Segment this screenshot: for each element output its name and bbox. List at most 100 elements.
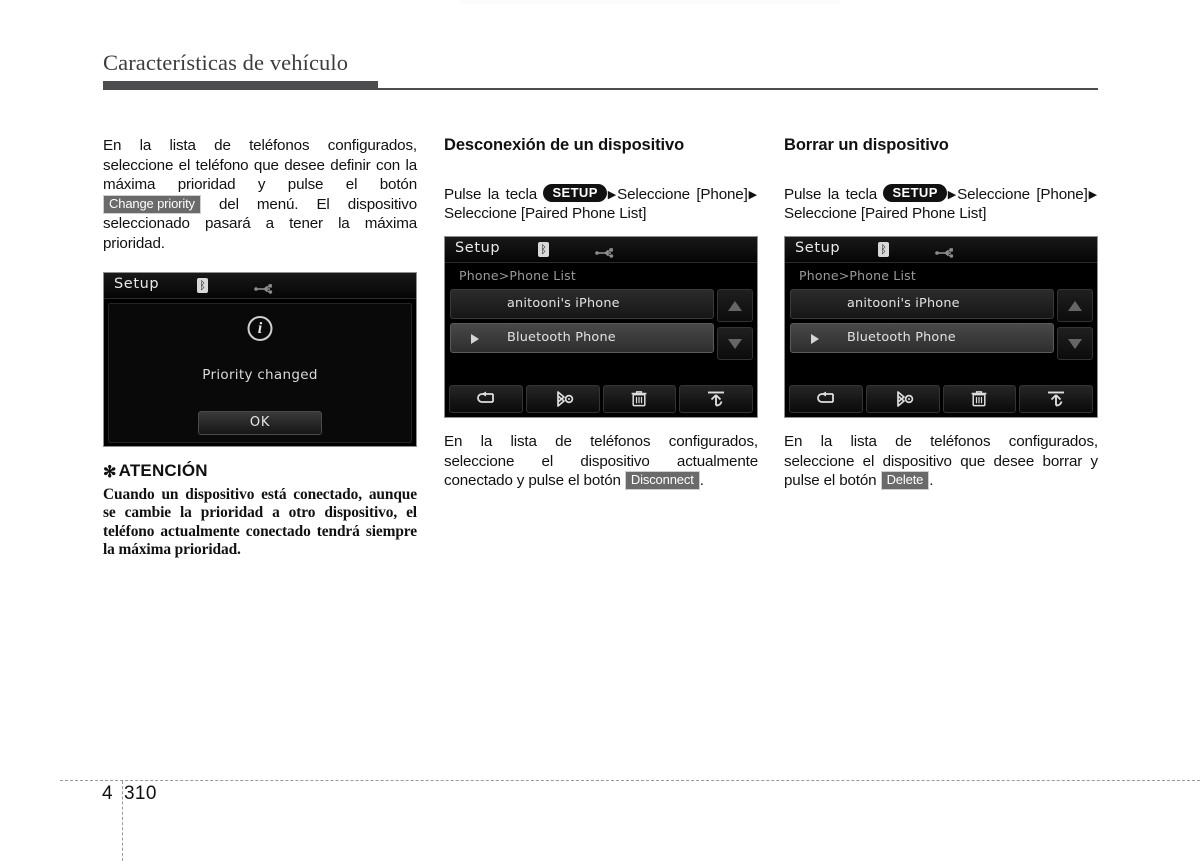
scroll-down-button[interactable] xyxy=(1057,326,1093,360)
delete-icon xyxy=(631,391,647,407)
trim-band-top xyxy=(460,0,840,4)
delete-button[interactable] xyxy=(602,384,677,413)
back-icon xyxy=(476,391,494,403)
priority-icon xyxy=(708,391,725,407)
breadcrumb: Phone>Phone List xyxy=(799,267,916,283)
section-title-disconnect: Desconexión de un dispositivo xyxy=(444,136,685,154)
breadcrumb: Phone>Phone List xyxy=(459,267,576,283)
dialog-body: i Priority changed OK xyxy=(108,302,412,443)
info-icon: i xyxy=(247,315,273,341)
delete-path-pre: Pulse la tecla xyxy=(784,185,877,203)
change-priority-chip[interactable]: Change priority xyxy=(103,194,201,214)
list-item-label: Bluetooth Phone xyxy=(507,329,616,345)
back-icon xyxy=(816,391,834,403)
bluetooth-settings-button[interactable] xyxy=(525,384,600,413)
page-title: Características de vehículo xyxy=(103,50,349,75)
screen-toolbar xyxy=(789,384,1093,413)
delete-icon xyxy=(971,391,987,407)
list-item-label: Bluetooth Phone xyxy=(847,329,956,345)
head-unit-screen-phone-list-delete: Setup ᛒ Phone>Phone List anitooni's iPho… xyxy=(784,235,1098,418)
delete-path-mid: Seleccione [Phone] xyxy=(957,185,1088,203)
bluetooth-settings-icon xyxy=(896,391,913,407)
selected-marker-icon xyxy=(471,333,479,344)
back-button[interactable] xyxy=(449,384,523,413)
priority-button[interactable] xyxy=(1019,384,1093,413)
notice-heading: ✻ ATENCIÓN xyxy=(103,461,417,482)
priority-button[interactable] xyxy=(679,384,753,413)
column-delete: Borrar un dispositivo Pulse la tecla SET… xyxy=(784,136,1098,491)
selected-marker-icon xyxy=(811,333,819,344)
priority-icon xyxy=(1048,391,1065,407)
scroll-up-button[interactable] xyxy=(1057,288,1093,322)
header-rule xyxy=(103,80,1101,93)
bluetooth-settings-icon xyxy=(556,391,573,407)
usb-icon xyxy=(254,280,276,294)
chevron-down-icon xyxy=(728,338,742,349)
disconnect-path-paragraph: Pulse la tecla SETUP ▶Seleccione [Phone]▶… xyxy=(444,183,758,224)
notice-block: ✻ ATENCIÓN Cuando un dispositivo está con… xyxy=(103,461,417,560)
path-arrow-icon-1: ▶ xyxy=(947,188,957,201)
setup-key-pill[interactable]: SETUP xyxy=(883,183,947,202)
delete-outro-paragraph: En la lista de teléfonos configurados, s… xyxy=(784,432,1098,491)
scroll-up-button[interactable] xyxy=(717,288,753,322)
path-arrow-icon-1: ▶ xyxy=(607,188,617,201)
notice-body: Cuando un dispositivo está conectado, au… xyxy=(103,485,417,559)
delete-outro-pre: En la lista de teléfonos configurados, s… xyxy=(784,432,1098,490)
scrollbar[interactable] xyxy=(1057,288,1093,365)
path-arrow-icon-2: ▶ xyxy=(1088,188,1097,201)
delete-button[interactable] xyxy=(942,384,1017,413)
disconnect-outro-post: . xyxy=(699,472,704,490)
screen-toolbar xyxy=(449,384,753,413)
dialog-ok-button[interactable]: OK xyxy=(198,410,322,435)
screen-topbar: Setup ᛒ xyxy=(445,236,757,262)
screen-title: Setup xyxy=(795,239,841,256)
list-item-label: anitooni's iPhone xyxy=(847,295,960,311)
crop-mark-horizontal xyxy=(60,780,1200,781)
scroll-down-button[interactable] xyxy=(717,326,753,360)
screen-separator xyxy=(104,297,416,299)
change-priority-text-pre: En la lista de teléfonos configurados, s… xyxy=(103,137,417,194)
chapter-number: 4 xyxy=(102,783,113,804)
chevron-up-icon xyxy=(728,300,742,311)
delete-path-paragraph: Pulse la tecla SETUP ▶Seleccione [Phone]▶… xyxy=(784,183,1098,224)
bluetooth-settings-button[interactable] xyxy=(865,384,940,413)
chevron-down-icon xyxy=(1068,338,1082,349)
asterisk-icon: ✻ xyxy=(103,463,117,481)
bluetooth-icon: ᛒ xyxy=(538,241,549,257)
page-header: Características de vehículo xyxy=(103,50,1101,93)
delete-chip[interactable]: Delete xyxy=(880,471,930,491)
chevron-up-icon xyxy=(1068,300,1082,311)
header-rule-thick xyxy=(103,80,378,90)
notice-heading-label: ATENCIÓN xyxy=(118,460,208,480)
dialog-message: Priority changed xyxy=(202,366,318,383)
disconnect-chip[interactable]: Disconnect xyxy=(624,471,700,491)
header-rule-thin xyxy=(378,87,1098,90)
back-button[interactable] xyxy=(789,384,863,413)
setup-key-pill[interactable]: SETUP xyxy=(543,183,607,202)
scrollbar[interactable] xyxy=(717,288,753,365)
change-priority-paragraph: En la lista de teléfonos configurados, s… xyxy=(103,136,417,254)
head-unit-screen-priority-changed: Setup ᛒ i Priority changed OK xyxy=(103,271,417,447)
section-title-delete: Borrar un dispositivo xyxy=(784,136,949,154)
page-number: 310 xyxy=(123,783,157,804)
head-unit-screen-phone-list-disconnect: Setup ᛒ Phone>Phone List anitooni's iPho… xyxy=(444,235,758,418)
disconnect-outro-pre: En la lista de teléfonos configurados, s… xyxy=(444,432,758,490)
phone-list: anitooni's iPhone Bluetooth Phone xyxy=(790,288,1054,357)
usb-icon xyxy=(935,244,957,258)
list-item[interactable]: Bluetooth Phone xyxy=(450,322,714,353)
list-item[interactable]: anitooni's iPhone xyxy=(450,288,714,319)
disconnect-path-mid: Seleccione [Phone] xyxy=(617,185,748,203)
screen-title: Setup xyxy=(114,275,160,292)
screen-topbar: Setup ᛒ xyxy=(104,272,416,298)
column-change-priority: En la lista de teléfonos configurados, s… xyxy=(103,136,417,560)
disconnect-outro-paragraph: En la lista de teléfonos configurados, s… xyxy=(444,432,758,491)
bluetooth-icon: ᛒ xyxy=(878,241,889,257)
list-item[interactable]: anitooni's iPhone xyxy=(790,288,1054,319)
phone-list-area: anitooni's iPhone Bluetooth Phone xyxy=(445,288,757,395)
bluetooth-icon: ᛒ xyxy=(197,277,208,293)
phone-list-area: anitooni's iPhone Bluetooth Phone xyxy=(785,288,1097,395)
path-arrow-icon-2: ▶ xyxy=(748,188,757,201)
list-item[interactable]: Bluetooth Phone xyxy=(790,322,1054,353)
delete-path-post: Seleccione [Paired Phone List] xyxy=(784,205,987,223)
usb-icon xyxy=(595,244,617,258)
